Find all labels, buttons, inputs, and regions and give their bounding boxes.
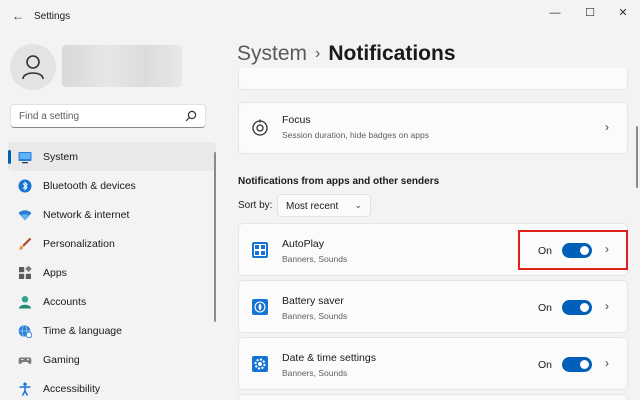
- sidebar-item-label: Apps: [43, 267, 67, 279]
- page-title: Notifications: [328, 42, 456, 65]
- chevron-down-icon: ⌄: [354, 200, 362, 210]
- sender-name: Date & time settings: [282, 352, 376, 364]
- sidebar-item-accessibility[interactable]: Accessibility: [8, 374, 216, 400]
- person-icon: [22, 55, 44, 80]
- selection-indicator: [8, 150, 11, 164]
- content-scrollbar[interactable]: [636, 126, 638, 188]
- next-sender-row[interactable]: [238, 394, 628, 400]
- accessibility-icon: [19, 382, 31, 396]
- sidebar-item-label: Personalization: [43, 238, 115, 250]
- brush-icon: [19, 237, 32, 250]
- profile-name-redacted: [62, 45, 182, 87]
- sender-name: Battery saver: [282, 295, 344, 307]
- sidebar-item-personalization[interactable]: Personalization: [8, 229, 216, 258]
- focus-icon: [252, 119, 268, 136]
- search-placeholder: Find a setting: [19, 111, 80, 122]
- maximize-button[interactable]: ☐: [579, 4, 601, 22]
- sidebar-item-label: Accounts: [43, 296, 87, 308]
- breadcrumb-parent[interactable]: System: [237, 42, 307, 65]
- sidebar-item-label: Accessibility: [43, 383, 101, 395]
- section-header: Notifications from apps and other sender…: [238, 176, 440, 187]
- breadcrumb: System › Notifications: [237, 42, 456, 66]
- sidebar-item-apps[interactable]: Apps: [8, 258, 216, 287]
- app-title: Settings: [34, 11, 71, 22]
- sidebar-nav: System Bluetooth & devices Network & int…: [8, 142, 216, 400]
- gamepad-icon: [18, 357, 32, 365]
- chevron-right-icon: ›: [605, 120, 609, 134]
- sidebar-item-gaming[interactable]: Gaming: [8, 345, 216, 374]
- focus-subtitle: Session duration, hide badges on apps: [282, 130, 429, 140]
- search-input[interactable]: Find a setting: [10, 104, 206, 128]
- autoplay-icon: [252, 242, 268, 258]
- back-arrow-icon[interactable]: ←: [8, 6, 28, 26]
- sidebar-item-label: Bluetooth & devices: [43, 180, 136, 192]
- wifi-icon: [18, 210, 32, 221]
- sort-dropdown-value: Most recent: [286, 201, 339, 212]
- sidebar-item-label: System: [43, 151, 79, 163]
- sender-row-battery-saver[interactable]: Battery saver Banners, Sounds On ›: [238, 280, 628, 333]
- search-icon: [185, 110, 197, 122]
- sender-row-date-time[interactable]: Date & time settings Banners, Sounds On …: [238, 337, 628, 390]
- sidebar-item-accounts[interactable]: Accounts: [8, 287, 216, 316]
- close-button[interactable]: ✕: [612, 4, 634, 22]
- chevron-right-icon[interactable]: ›: [605, 299, 609, 313]
- sort-dropdown[interactable]: Most recent ⌄: [277, 194, 371, 217]
- globe-clock-icon: [18, 324, 32, 338]
- battery-saver-toggle[interactable]: [562, 300, 592, 315]
- date-time-toggle[interactable]: [562, 357, 592, 372]
- sidebar-item-label: Gaming: [43, 354, 80, 366]
- sidebar-item-label: Time & language: [43, 325, 122, 337]
- sidebar-item-label: Network & internet: [43, 209, 130, 221]
- monitor-icon: [18, 152, 32, 164]
- gear-icon: [252, 356, 268, 372]
- toggle-state-label: On: [538, 359, 553, 371]
- minimize-button[interactable]: —: [544, 4, 566, 22]
- sidebar-item-time-language[interactable]: Time & language: [8, 316, 216, 345]
- apps-icon: [19, 266, 32, 279]
- sender-name: AutoPlay: [282, 238, 325, 250]
- person-icon: [19, 296, 31, 309]
- toggle-state-label: On: [538, 302, 553, 314]
- sender-subtitle: Banners, Sounds: [282, 311, 348, 321]
- title-bar: ← Settings — ☐ ✕: [0, 0, 640, 32]
- focus-card[interactable]: Focus Session duration, hide badges on a…: [238, 102, 628, 154]
- sidebar-item-network[interactable]: Network & internet: [8, 200, 216, 229]
- breadcrumb-separator: ›: [315, 45, 321, 62]
- sidebar-item-bluetooth[interactable]: Bluetooth & devices: [8, 171, 216, 200]
- toggle-knob: [580, 303, 589, 312]
- sidebar-scrollbar[interactable]: [214, 152, 216, 322]
- bluetooth-icon: [18, 179, 32, 193]
- sender-subtitle: Banners, Sounds: [282, 368, 348, 378]
- toggle-knob: [580, 360, 589, 369]
- sort-by-label: Sort by:: [238, 200, 273, 211]
- focus-title: Focus: [282, 114, 311, 126]
- avatar[interactable]: [10, 44, 56, 90]
- previous-setting-card[interactable]: [238, 68, 628, 90]
- sidebar-item-system[interactable]: System: [8, 142, 216, 171]
- sender-subtitle: Banners, Sounds: [282, 254, 348, 264]
- battery-saver-icon: [252, 299, 268, 315]
- highlight-box: [518, 230, 628, 270]
- chevron-right-icon[interactable]: ›: [605, 356, 609, 370]
